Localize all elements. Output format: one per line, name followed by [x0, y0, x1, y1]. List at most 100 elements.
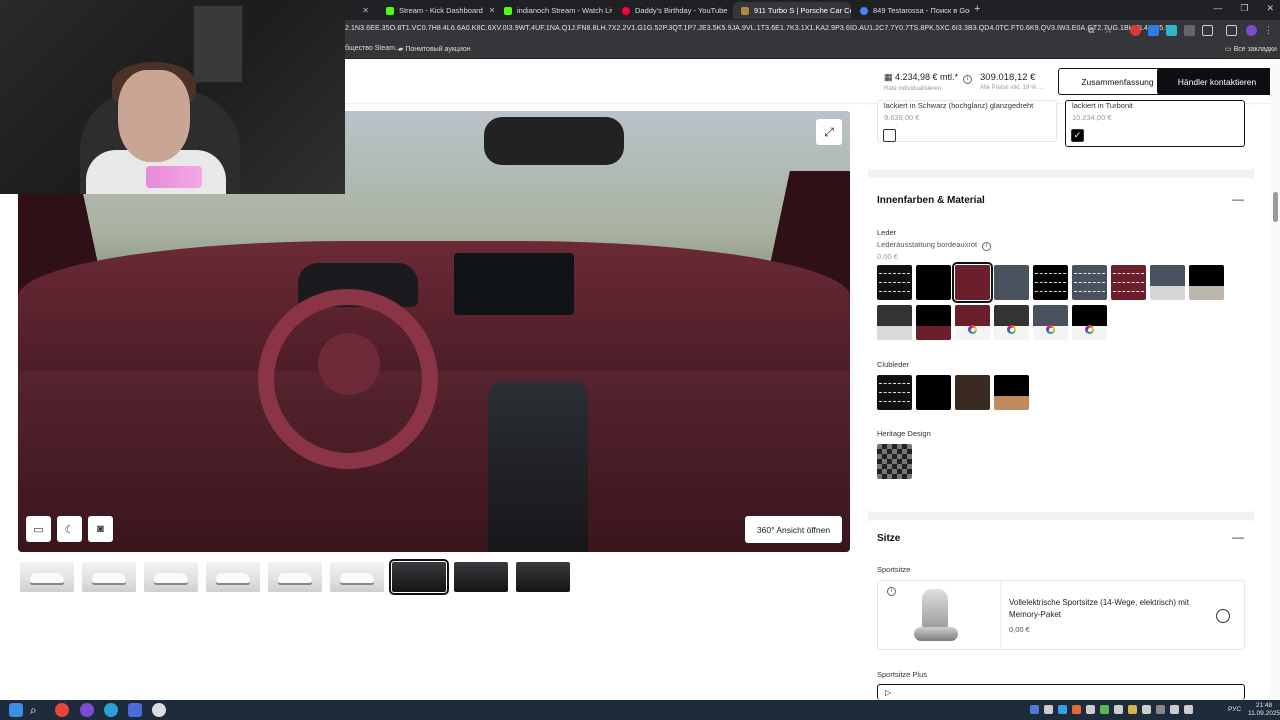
collapse-icon[interactable]: — — [1232, 192, 1244, 206]
leather-swatch[interactable] — [955, 305, 990, 340]
new-tab-icon[interactable]: + — [974, 3, 980, 15]
extensions-puzzle-icon[interactable] — [1202, 25, 1213, 36]
leather-swatch[interactable] — [1111, 265, 1146, 300]
tray-icon[interactable] — [1072, 705, 1081, 714]
option-card-selected[interactable]: lackiert in Turbonit 10.234,00 € — [1065, 100, 1245, 147]
tray-icon[interactable] — [1142, 705, 1151, 714]
leather-swatch[interactable] — [1189, 265, 1224, 300]
clubleder-swatch[interactable] — [955, 375, 990, 410]
all-bookmarks[interactable]: ▭ Все закладки — [1225, 45, 1277, 53]
bookmark-item[interactable]: ▰ Понмтовый аукцион — [398, 45, 471, 53]
seat-option-card[interactable]: i Vollelektrische Sportsitze (14-Wege, e… — [877, 580, 1245, 650]
clubleder-swatch[interactable] — [994, 375, 1029, 410]
app-icon[interactable] — [80, 703, 94, 717]
volume-icon[interactable] — [1184, 705, 1193, 714]
background-toggle-icon[interactable]: ▭ — [26, 516, 51, 542]
close-tab-icon[interactable]: ✕ — [727, 6, 730, 15]
clubleder-swatch[interactable] — [916, 375, 951, 410]
maximize-icon[interactable]: ❐ — [1240, 3, 1248, 14]
option-card[interactable]: lackiert in Schwarz (hochglanz) glanzged… — [877, 100, 1057, 142]
page-scrollbar[interactable] — [1270, 60, 1280, 700]
leather-swatch[interactable] — [877, 305, 912, 340]
search-icon[interactable]: ⌕ — [30, 703, 44, 717]
contact-dealer-button[interactable]: Händler kontaktieren — [1157, 68, 1277, 95]
info-icon[interactable]: i — [887, 587, 896, 596]
leather-swatch[interactable] — [994, 305, 1029, 340]
thumbnail-exterior-5[interactable] — [268, 562, 322, 592]
thumbnail-exterior-1[interactable] — [20, 562, 74, 592]
rate-sub[interactable]: Rate individualisieren — [884, 86, 972, 92]
info-icon[interactable]: i — [963, 75, 973, 84]
sidepanel-icon[interactable] — [1226, 25, 1237, 36]
night-mode-icon[interactable]: ☾ — [57, 516, 82, 542]
camera-icon[interactable]: ◙ — [88, 516, 113, 542]
telegram-icon[interactable] — [104, 703, 118, 717]
fullscreen-expand-icon[interactable]: ⤢ — [816, 119, 842, 145]
leather-swatch[interactable] — [877, 265, 912, 300]
clubleder-swatch[interactable] — [877, 375, 912, 410]
tray-icon[interactable] — [1128, 705, 1137, 714]
leather-swatch[interactable] — [916, 265, 951, 300]
thumbnail-exterior-2[interactable] — [82, 562, 136, 592]
obs-icon[interactable] — [152, 703, 166, 717]
extension-icon[interactable] — [1184, 25, 1195, 36]
translate-icon[interactable]: ⧉ — [1088, 25, 1099, 36]
scrollbar-thumb[interactable] — [1273, 192, 1278, 222]
seat-option-title: Vollelektrische Sportsitze (14-Wege, ele… — [1009, 598, 1189, 619]
thumbnail-exterior-3[interactable] — [144, 562, 198, 592]
leather-swatch[interactable] — [1033, 305, 1068, 340]
tab-youtube[interactable]: Daddy's Birthday - YouTube ✕ — [614, 2, 730, 19]
tab-kick-stream[interactable]: indianoch Stream - Watch Live ✕ — [496, 2, 612, 19]
thumbnail-exterior-6[interactable] — [330, 562, 384, 592]
extension-icon[interactable] — [1166, 25, 1177, 36]
extension-icon[interactable] — [1130, 25, 1141, 36]
tray-icon[interactable] — [1086, 705, 1095, 714]
leather-swatch[interactable] — [1072, 305, 1107, 340]
minimize-icon[interactable]: — — [1213, 3, 1222, 14]
leather-swatch[interactable] — [1033, 265, 1068, 300]
system-clock[interactable]: 21:48 11.09.2025 — [1248, 702, 1280, 718]
tray-icon[interactable] — [1058, 705, 1067, 714]
leather-swatch[interactable] — [1072, 265, 1107, 300]
option-checkbox-checked[interactable]: ✓ — [1071, 129, 1084, 142]
close-tab-icon[interactable]: ✕ — [483, 6, 494, 15]
thumbnail-interior-rear[interactable] — [516, 562, 570, 592]
tray-icon[interactable] — [1044, 705, 1053, 714]
close-tab-icon[interactable]: ✕ — [356, 6, 369, 15]
close-window-icon[interactable]: ✕ — [1266, 3, 1274, 14]
tray-icon[interactable] — [1100, 705, 1109, 714]
app-icon[interactable] — [128, 703, 142, 717]
leather-swatch[interactable] — [994, 265, 1029, 300]
windows-start-icon[interactable] — [9, 703, 23, 717]
option-checkbox[interactable] — [883, 129, 896, 142]
heritage-swatch[interactable] — [877, 444, 912, 479]
info-icon[interactable]: i — [982, 242, 992, 251]
leather-swatch[interactable] — [1150, 265, 1185, 300]
tab-google[interactable]: 849 Testarossa - Поиск в Google ✕ — [852, 2, 970, 19]
seat-option-radio[interactable] — [1216, 609, 1230, 623]
thumbnail-exterior-4[interactable] — [206, 562, 260, 592]
extension-icon[interactable] — [1148, 25, 1159, 36]
url-field[interactable]: 2.1N3.6EE.35O.8T1.VC0.7H8.4L6.6A0.K8C.6X… — [345, 25, 1175, 32]
thumbnail-interior-dashboard[interactable] — [389, 559, 449, 595]
bookmark-star-icon[interactable]: ☆ — [1104, 25, 1115, 36]
thumbnail-interior-seats[interactable] — [454, 562, 508, 592]
menu-kebab-icon[interactable]: ⋮ — [1264, 25, 1275, 36]
tab-partial[interactable]: ✕ — [345, 2, 377, 19]
open-360-view-button[interactable]: 360° Ansicht öffnen — [745, 516, 842, 543]
bookmark-item[interactable]: бщество Steam... — [345, 45, 401, 52]
tray-icon[interactable] — [1030, 705, 1039, 714]
network-icon[interactable] — [1170, 705, 1179, 714]
tray-icon[interactable] — [1114, 705, 1123, 714]
collapse-icon[interactable]: — — [1232, 530, 1244, 544]
leather-swatch[interactable] — [952, 262, 993, 303]
language-indicator[interactable]: РУС — [1228, 706, 1241, 713]
tab-porsche[interactable]: 911 Turbo S | Porsche Car Conf ✕ — [733, 2, 851, 19]
chrome-icon[interactable] — [55, 703, 69, 717]
seat-plus-option-card[interactable]: ▷ — [877, 684, 1245, 700]
leather-swatch[interactable] — [916, 305, 951, 340]
tab-kick-dashboard[interactable]: Stream - Kick Dashboard ✕ — [378, 2, 494, 19]
tray-icon[interactable] — [1156, 705, 1165, 714]
play-icon[interactable]: ▷ — [885, 688, 891, 697]
profile-avatar[interactable] — [1246, 25, 1257, 36]
